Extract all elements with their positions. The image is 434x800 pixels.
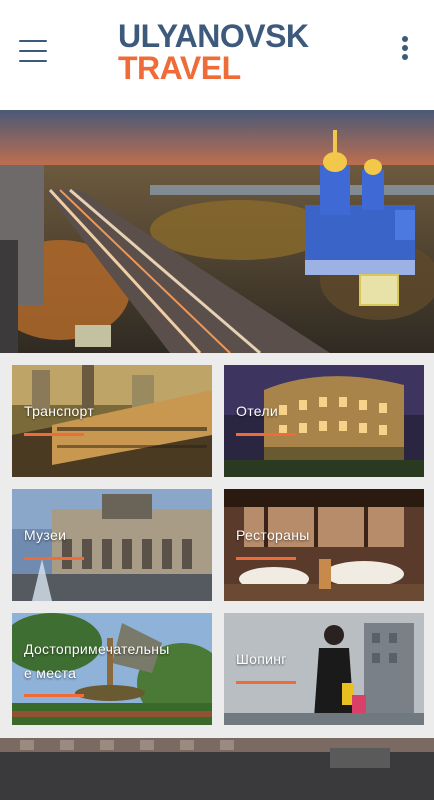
category-underline: [236, 433, 296, 436]
category-label: Рестораны: [236, 527, 310, 543]
bottom-banner-image[interactable]: [0, 738, 434, 800]
category-underline: [236, 681, 296, 684]
category-tile-museums[interactable]: Музеи: [12, 489, 212, 601]
category-label: Отели: [236, 403, 278, 419]
category-label: Шопинг: [236, 651, 287, 667]
bottom-banner-graphic: [0, 738, 434, 800]
hamburger-menu-icon[interactable]: [19, 40, 47, 64]
category-label: Музеи: [24, 527, 67, 543]
more-options-icon[interactable]: [397, 36, 413, 64]
category-label: Транспорт: [24, 403, 95, 419]
category-tile-hotels[interactable]: Отели: [224, 365, 424, 477]
app-logo[interactable]: ULYANOVSK TRAVEL: [118, 18, 323, 88]
hero-carousel[interactable]: [0, 110, 434, 353]
category-underline: [24, 433, 84, 436]
category-label-line2: е места: [24, 665, 77, 681]
logo-line2: TRAVEL: [118, 50, 241, 86]
hero-image: [0, 110, 434, 353]
category-label-line1: Достопримечательны: [24, 641, 170, 657]
category-tile-attractions[interactable]: Достопримечательны е места: [12, 613, 212, 725]
category-underline: [24, 557, 84, 560]
category-underline: [24, 694, 84, 697]
category-tile-shopping[interactable]: Шопинг: [224, 613, 424, 725]
app-header: ULYANOVSK TRAVEL: [0, 0, 434, 110]
category-tile-transport[interactable]: Транспорт: [12, 365, 212, 477]
category-underline: [236, 557, 296, 560]
category-tile-restaurants[interactable]: Рестораны: [224, 489, 424, 601]
logo-line1: ULYANOVSK: [118, 18, 309, 54]
